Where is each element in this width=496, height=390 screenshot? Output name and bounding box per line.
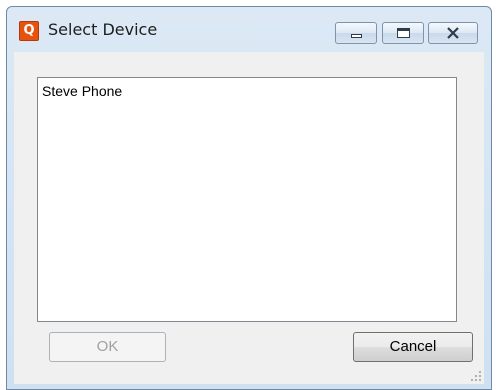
minimize-icon (351, 34, 362, 38)
close-button[interactable] (428, 22, 478, 44)
cancel-button[interactable]: Cancel (353, 332, 473, 362)
ok-button[interactable]: OK (49, 332, 166, 362)
close-icon (447, 27, 459, 39)
app-logo-icon: Q (19, 21, 39, 41)
maximize-button[interactable] (382, 22, 424, 44)
title-bar[interactable]: Q Select Device (7, 7, 491, 53)
minimize-button[interactable] (335, 22, 377, 44)
select-device-window: Q Select Device Steve Phone OK Cancel (6, 6, 492, 390)
device-list[interactable]: Steve Phone (37, 77, 457, 322)
window-title: Select Device (48, 20, 158, 39)
dialog-body: Steve Phone OK Cancel (14, 52, 484, 384)
maximize-icon (397, 28, 410, 38)
resize-grip-icon[interactable] (470, 370, 482, 382)
list-item[interactable]: Steve Phone (38, 78, 456, 99)
